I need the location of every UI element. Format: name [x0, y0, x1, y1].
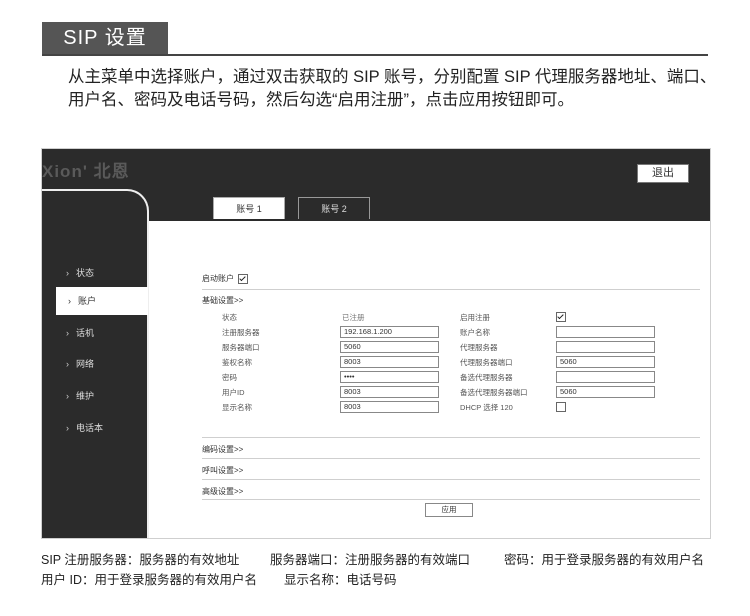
register-server-label: 注册服务器: [222, 328, 260, 337]
backup-proxy-input[interactable]: [556, 371, 655, 383]
proxy-port-label: 代理服务器端口: [460, 358, 513, 367]
account-name-input[interactable]: [556, 326, 655, 338]
sidebar-item-account[interactable]: › 账户: [56, 287, 148, 315]
server-port-input[interactable]: 5060: [340, 341, 439, 353]
auth-name-label: 鉴权名称: [222, 358, 252, 367]
user-id-input[interactable]: 8003: [340, 386, 439, 398]
chevron-right-icon: ›: [66, 391, 69, 401]
register-server-input[interactable]: 192.168.1.200: [340, 326, 439, 338]
brand-logo: Xion' 北恩: [42, 162, 130, 181]
enable-register-checkbox[interactable]: [556, 312, 566, 322]
sidebar-item-status[interactable]: › 状态: [42, 259, 149, 287]
logout-button[interactable]: 退出: [637, 164, 689, 183]
proxy-port-input[interactable]: 5060: [556, 356, 655, 368]
enable-register-label: 启用注册: [460, 313, 490, 322]
footer-note-password: 密码：用于登录服务器的有效用户名: [504, 553, 705, 567]
password-label: 密码: [222, 373, 237, 382]
tab-account-2[interactable]: 账号 2: [298, 197, 370, 219]
footer-note-sip-server: SIP 注册服务器：服务器的有效地址: [41, 553, 240, 567]
account-settings-panel: 启动账户 基础设置>> 状态 已注册 注册服务器 192.168.1.200 服…: [202, 221, 710, 538]
footer-note-user-id: 用户 ID：用于登录服务器的有效用户名: [41, 573, 257, 587]
divider: [202, 499, 700, 500]
chevron-right-icon: ›: [68, 296, 71, 306]
display-name-label: 显示名称: [222, 403, 252, 412]
account-name-label: 账户名称: [460, 328, 490, 337]
chevron-right-icon: ›: [66, 268, 69, 278]
backup-proxy-port-label: 备选代理服务器端口: [460, 388, 528, 397]
enable-account-row: 启动账户: [202, 273, 248, 284]
chevron-right-icon: ›: [66, 423, 69, 433]
sidebar-item-phonebook[interactable]: › 电话本: [42, 414, 149, 442]
user-id-label: 用户ID: [222, 388, 245, 397]
apply-button[interactable]: 应用: [425, 503, 473, 517]
call-settings-toggle[interactable]: 呼叫设置>>: [202, 465, 243, 476]
status-label: 状态: [222, 313, 237, 322]
basic-settings-toggle[interactable]: 基础设置>>: [202, 295, 243, 306]
footer-note-display-name: 显示名称：电话号码: [284, 573, 397, 587]
enable-account-checkbox[interactable]: [238, 273, 248, 284]
chevron-right-icon: ›: [66, 359, 69, 369]
proxy-server-input[interactable]: [556, 341, 655, 353]
server-port-label: 服务器端口: [222, 343, 260, 352]
sidebar: › 状态 › 账户 › 话机 › 网络 › 维护 › 电话本: [42, 189, 149, 538]
sidebar-item-network[interactable]: › 网络: [42, 350, 149, 378]
status-value: 已注册: [342, 313, 365, 322]
divider: [202, 458, 700, 459]
intro-text: 从主菜单中选择账户，通过双击获取的 SIP 账号，分别配置 SIP 代理服务器地…: [68, 68, 717, 109]
sidebar-item-maintenance[interactable]: › 维护: [42, 382, 149, 410]
footer-note-server-port: 服务器端口：注册服务器的有效端口: [270, 553, 471, 567]
backup-proxy-port-input[interactable]: 5060: [556, 386, 655, 398]
divider: [202, 479, 700, 480]
dhcp-120-checkbox[interactable]: [556, 402, 566, 412]
divider: [202, 437, 700, 438]
enable-account-label: 启动账户: [202, 274, 234, 283]
phone-web-ui: Xion' 北恩 退出 › 状态 › 账户 › 话机 › 网络 › 维护 › 电话本 账号 …: [41, 148, 711, 539]
proxy-server-label: 代理服务器: [460, 343, 498, 352]
tab-account-1[interactable]: 账号 1: [213, 197, 285, 219]
section-header: SIP 设置: [42, 22, 708, 56]
auth-name-input[interactable]: 8003: [340, 356, 439, 368]
divider: [202, 289, 700, 290]
display-name-input[interactable]: 8003: [340, 401, 439, 413]
section-title: SIP 设置: [42, 22, 168, 54]
chevron-right-icon: ›: [66, 328, 69, 338]
advanced-settings-toggle[interactable]: 高级设置>>: [202, 486, 243, 497]
backup-proxy-label: 备选代理服务器: [460, 373, 513, 382]
dhcp-120-label: DHCP 选择 120: [460, 403, 513, 412]
password-input[interactable]: ••••: [340, 371, 439, 383]
codec-settings-toggle[interactable]: 编码设置>>: [202, 444, 243, 455]
sidebar-item-phone[interactable]: › 话机: [42, 319, 149, 347]
